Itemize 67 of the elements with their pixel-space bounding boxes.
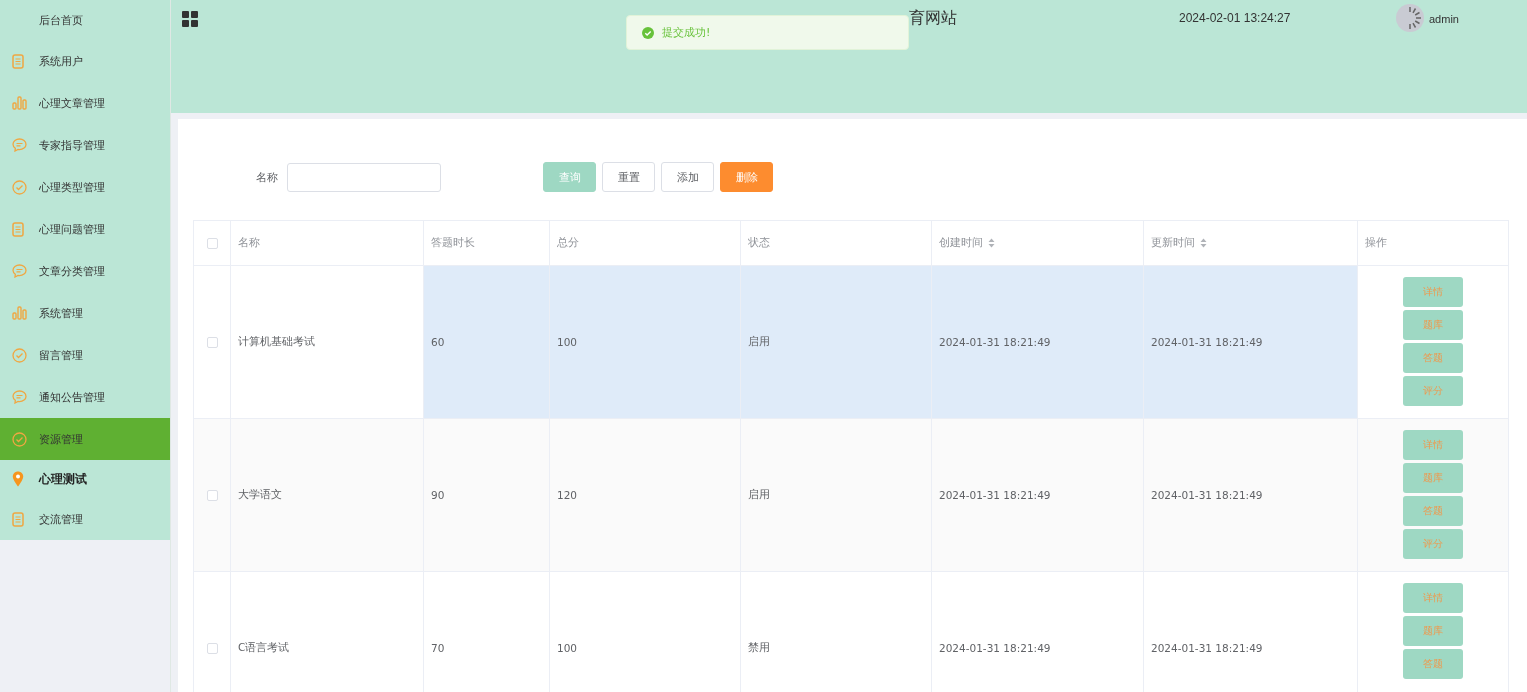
field-label: 名称 — [255, 169, 279, 185]
avatar-icon[interactable] — [1396, 4, 1424, 32]
site-title: 育网站 — [909, 8, 957, 29]
table-cell: 启用 — [748, 335, 770, 349]
check-circle-icon — [12, 179, 27, 195]
table-cell: 2024-01-31 18:21:49 — [1151, 642, 1263, 654]
sidebar-item[interactable]: 资源管理 — [0, 418, 170, 460]
document-icon — [12, 53, 24, 69]
sidebar-item[interactable]: 文章分类管理 — [0, 250, 170, 292]
document-icon — [12, 511, 24, 527]
table-cell: 计算机基础考试 — [238, 335, 315, 349]
user-name[interactable]: admin — [1429, 13, 1459, 25]
date-time: 2024-02-01 13:24:27 — [1179, 11, 1291, 25]
sidebar-item[interactable]: 留言管理 — [0, 334, 170, 376]
check-circle-icon — [12, 431, 27, 447]
table-cell: 100 — [557, 642, 578, 654]
success-icon — [642, 26, 654, 39]
table-cell: 60 — [431, 336, 445, 348]
sidebar-item[interactable]: 心理类型管理 — [0, 166, 170, 208]
table-cell: C语言考试 — [238, 641, 290, 655]
sidebar-item[interactable]: 交流管理 — [0, 498, 170, 540]
table-cell: 70 — [431, 642, 445, 654]
chat-icon — [12, 138, 27, 152]
sidebar-item[interactable]: 心理文章管理 — [0, 82, 170, 124]
table-cell: 2024-01-31 18:21:49 — [1151, 489, 1263, 501]
column-header: 答题时长 — [431, 236, 475, 250]
table-cell: 2024-01-31 18:21:49 — [939, 489, 1051, 501]
location-pin-icon — [12, 471, 24, 487]
sidebar-item[interactable]: 后台首页 — [0, 0, 170, 40]
sidebar-item[interactable]: 系统管理 — [0, 292, 170, 334]
toolbar-button[interactable]: 重置 — [602, 162, 655, 192]
sort-icon[interactable] — [1200, 238, 1207, 248]
table-cell: 100 — [557, 336, 578, 348]
document-icon — [12, 221, 24, 237]
row-checkbox[interactable] — [206, 489, 218, 501]
column-header: 总分 — [557, 236, 579, 250]
grid-menu-icon[interactable] — [182, 11, 199, 28]
sidebar-item[interactable]: 心理测试 — [0, 460, 170, 498]
table-cell: 2024-01-31 18:21:49 — [1151, 336, 1263, 348]
column-header: 创建时间 — [939, 236, 983, 250]
select-all-checkbox[interactable] — [206, 237, 218, 249]
sidebar-item[interactable]: 通知公告管理 — [0, 376, 170, 418]
sort-icon[interactable] — [988, 238, 995, 248]
column-header: 名称 — [238, 236, 260, 250]
table-cell: 大学语文 — [238, 488, 282, 502]
column-header: 状态 — [748, 236, 770, 250]
chat-icon — [12, 264, 27, 278]
column-header: 操作 — [1365, 236, 1387, 250]
table-cell: 2024-01-31 18:21:49 — [939, 642, 1051, 654]
sidebar-item[interactable]: 心理问题管理 — [0, 208, 170, 250]
toast-message: 提交成功! — [662, 25, 711, 40]
table-cell: 启用 — [748, 488, 770, 502]
column-header: 更新时间 — [1151, 236, 1195, 250]
sidebar-item[interactable]: 系统用户 — [0, 40, 170, 82]
chat-icon — [12, 390, 27, 404]
table-cell: 90 — [431, 489, 445, 501]
name-input-field[interactable] — [287, 162, 441, 192]
table-cell: 2024-01-31 18:21:49 — [939, 336, 1051, 348]
table-cell: 120 — [557, 489, 578, 501]
bar-chart-icon — [12, 306, 27, 320]
sidebar-item[interactable]: 专家指导管理 — [0, 124, 170, 166]
toolbar-button[interactable]: 添加 — [661, 162, 714, 192]
table-cell: 禁用 — [748, 641, 770, 655]
bar-chart-icon — [12, 96, 27, 110]
check-circle-icon — [12, 347, 27, 363]
row-checkbox[interactable] — [206, 642, 218, 654]
row-checkbox[interactable] — [206, 336, 218, 348]
